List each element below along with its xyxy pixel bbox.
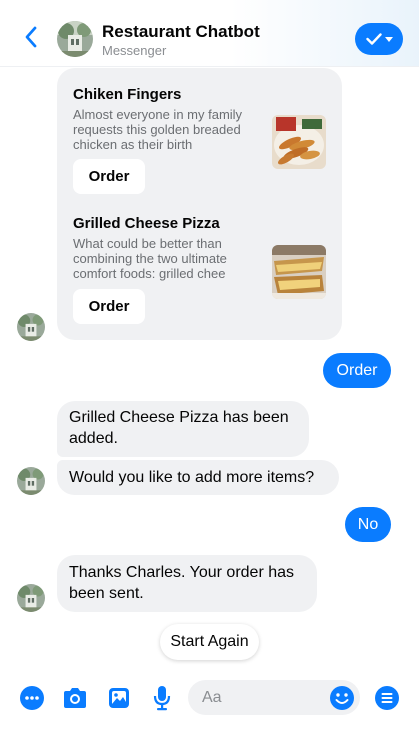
item-desc-line: combining the two ultimate [73,251,227,266]
gallery-button[interactable] [106,685,132,711]
input-placeholder: Aa [202,688,222,706]
bot-message-bubble: Grilled Cheese Pizza has been added. [57,401,309,457]
chat-header: Restaurant Chatbot Messenger [0,0,419,67]
message-line: been sent. [69,585,144,602]
chicken-fingers-image [272,115,326,169]
done-dropdown-button[interactable] [355,23,403,55]
item-desc-line: What could be better than [73,236,222,251]
item-desc-line: comfort foods: grilled chee [73,266,226,281]
message-line: Thanks Charles. Your order has [69,564,295,581]
bot-avatar [17,584,45,612]
item-description: Almost everyone in my family requests th… [73,107,259,152]
back-button[interactable] [18,24,44,50]
checkmark-icon [365,33,382,45]
order-button[interactable]: Order [73,289,145,324]
chat-window: Restaurant Chatbot Messenger Chiken Fing… [0,0,419,744]
user-message-bubble: No [345,507,391,542]
item-title: Chiken Fingers [73,86,182,103]
grilled-cheese-pizza-image [272,245,326,299]
microphone-icon [153,686,171,711]
item-desc-line: requests this golden breaded [73,122,241,137]
chat-title: Restaurant Chatbot [102,22,260,41]
menu-button[interactable] [374,685,400,711]
emoji-icon [330,686,354,710]
bot-message-bubble: Thanks Charles. Your order has been sent… [57,555,317,612]
voice-button[interactable] [149,685,175,711]
camera-button[interactable] [62,685,88,711]
item-description: What could be better than combining the … [73,236,259,281]
user-message-bubble: Order [323,353,391,388]
bot-avatar [17,313,45,341]
message-text: Would you like to add more items? [69,469,315,486]
camera-icon [64,688,86,708]
menu-card: Chiken Fingers Almost everyone in my fam… [57,68,342,340]
bot-avatar[interactable] [57,21,93,57]
item-desc-line: Almost everyone in my family [73,107,243,122]
emoji-button[interactable] [329,685,355,711]
more-button[interactable] [19,685,45,711]
item-title: Grilled Cheese Pizza [73,215,220,232]
chat-subtitle: Messenger [102,43,167,58]
start-again-quick-reply[interactable]: Start Again [160,624,259,660]
bot-message-bubble: Would you like to add more items? [57,460,339,495]
item-desc-line: chicken as their birth [73,137,193,152]
chevron-left-icon [25,26,37,48]
caret-down-icon [384,37,393,42]
message-line: added. [69,430,118,447]
message-line: Grilled Cheese Pizza has been [69,409,289,426]
order-button[interactable]: Order [73,159,145,194]
menu-icon [375,686,399,710]
bottom-safe-area [0,726,419,744]
gallery-icon [109,688,129,708]
more-icon [20,686,44,710]
bot-avatar [17,467,45,495]
